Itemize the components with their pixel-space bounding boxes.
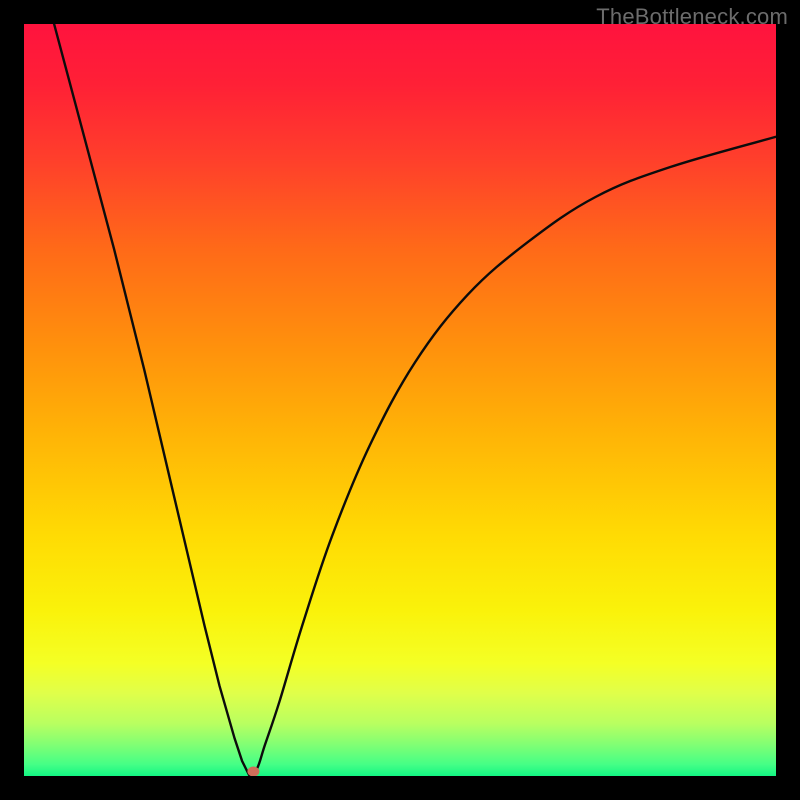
outer-frame: TheBottleneck.com: [0, 0, 800, 800]
plot-area: [24, 24, 776, 776]
watermark-text: TheBottleneck.com: [596, 4, 788, 30]
curve-layer: [24, 24, 776, 776]
curve-left-branch: [54, 24, 250, 776]
curve-right-branch: [250, 137, 776, 776]
